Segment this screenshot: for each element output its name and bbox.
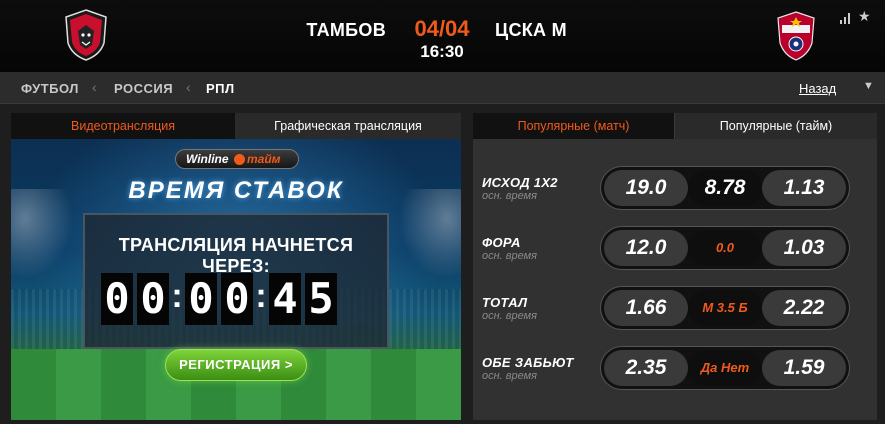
video-panel: Видеотрансляция Графическая трансляция W… bbox=[11, 113, 461, 420]
tab-video-stream[interactable]: Видеотрансляция bbox=[11, 113, 235, 139]
odds-handicap-home[interactable]: 12.0 bbox=[604, 230, 688, 266]
countdown-digit: 0 bbox=[221, 273, 253, 325]
tab-popular-half[interactable]: Популярные (тайм) bbox=[674, 113, 877, 139]
brand-name: Winline bbox=[186, 152, 229, 166]
countdown-board: ТРАНСЛЯЦИЯ НАЧНЕТСЯ ЧЕРЕЗ: 0 0 : 0 0 : 4… bbox=[83, 213, 389, 349]
stats-icon[interactable] bbox=[840, 12, 852, 24]
chevron-left-icon: ‹ bbox=[92, 79, 97, 95]
countdown-colon: : bbox=[171, 277, 183, 315]
odds-both-score-no[interactable]: 1.59 bbox=[762, 350, 846, 386]
odds-list: ИСХОД 1Х2 осн. время 19.0 8.78 1.13 ФОРА… bbox=[473, 139, 877, 420]
odds-row-total: 1.66 М 3.5 Б 2.22 bbox=[600, 286, 850, 330]
market-name: ТОТАЛ bbox=[482, 295, 528, 310]
market-name: ОБЕ ЗАБЬЮТ bbox=[482, 355, 574, 370]
chevron-down-icon[interactable]: ▼ bbox=[863, 80, 874, 92]
odds-row-1x2: 19.0 8.78 1.13 bbox=[600, 166, 850, 210]
home-team-name[interactable]: ТАМБОВ bbox=[300, 20, 386, 41]
countdown-colon: : bbox=[255, 277, 267, 315]
odds-away-win[interactable]: 1.13 bbox=[762, 170, 846, 206]
countdown-digit: 0 bbox=[137, 273, 169, 325]
odds-draw[interactable]: 8.78 bbox=[688, 170, 762, 206]
register-button[interactable]: РЕГИСТРАЦИЯ > bbox=[165, 349, 307, 381]
star-icon[interactable]: ★ bbox=[858, 8, 871, 25]
market-name: ИСХОД 1Х2 bbox=[482, 175, 558, 190]
market-subtitle: осн. время bbox=[482, 370, 538, 382]
odds-row-both-score: 2.35 Да Нет 1.59 bbox=[600, 346, 850, 390]
handicap-value: 0.0 bbox=[688, 230, 762, 266]
tab-popular-match[interactable]: Популярные (матч) bbox=[473, 113, 674, 139]
match-header: ТАМБОВ 04/04 16:30 ЦСКА М ★ bbox=[0, 0, 885, 72]
countdown-digit: 0 bbox=[185, 273, 217, 325]
back-link[interactable]: Назад bbox=[799, 81, 836, 96]
brand-word: тайм bbox=[247, 152, 281, 166]
breadcrumb-sport[interactable]: ФУТБОЛ bbox=[21, 81, 79, 96]
both-score-labels: Да Нет bbox=[688, 350, 762, 386]
breadcrumb: ФУТБОЛ ‹ РОССИЯ ‹ РПЛ Назад ▼ bbox=[0, 72, 885, 104]
tab-graphic-stream[interactable]: Графическая трансляция bbox=[235, 113, 461, 139]
odds-both-score-yes[interactable]: 2.35 bbox=[604, 350, 688, 386]
chevron-left-icon: ‹ bbox=[186, 79, 191, 95]
odds-home-win[interactable]: 19.0 bbox=[604, 170, 688, 206]
match-time: 16:30 bbox=[420, 42, 464, 61]
match-date: 04/04 bbox=[414, 16, 470, 41]
market-subtitle: осн. время bbox=[482, 250, 538, 262]
countdown-digit: 5 bbox=[305, 273, 337, 325]
market-name: ФОРА bbox=[482, 235, 521, 250]
video-stage: Winline тайм ВРЕМЯ СТАВОК ТРАНСЛЯЦИЯ НАЧ… bbox=[11, 139, 461, 420]
total-value: М 3.5 Б bbox=[688, 290, 762, 326]
promo-title: ВРЕМЯ СТАВОК bbox=[128, 177, 344, 204]
countdown-digit: 0 bbox=[101, 273, 133, 325]
brand-badge: Winline тайм bbox=[175, 149, 299, 169]
odds-panel: Популярные (матч) Популярные (тайм) ИСХО… bbox=[473, 113, 877, 420]
odds-total-under[interactable]: 1.66 bbox=[604, 290, 688, 326]
market-subtitle: осн. время bbox=[482, 190, 538, 202]
away-team-name[interactable]: ЦСКА М bbox=[495, 20, 567, 41]
ball-icon bbox=[234, 154, 245, 165]
home-team-logo[interactable] bbox=[64, 9, 108, 61]
odds-handicap-away[interactable]: 1.03 bbox=[762, 230, 846, 266]
odds-row-handicap: 12.0 0.0 1.03 bbox=[600, 226, 850, 270]
market-subtitle: осн. время bbox=[482, 310, 538, 322]
breadcrumb-league[interactable]: РПЛ bbox=[206, 81, 235, 96]
countdown-digit: 4 bbox=[269, 273, 301, 325]
odds-total-over[interactable]: 2.22 bbox=[762, 290, 846, 326]
video-tabs: Видеотрансляция Графическая трансляция bbox=[11, 113, 461, 139]
away-team-logo[interactable] bbox=[776, 11, 816, 61]
countdown-title: ТРАНСЛЯЦИЯ НАЧНЕТСЯ ЧЕРЕЗ: bbox=[118, 235, 354, 276]
breadcrumb-country[interactable]: РОССИЯ bbox=[114, 81, 173, 96]
